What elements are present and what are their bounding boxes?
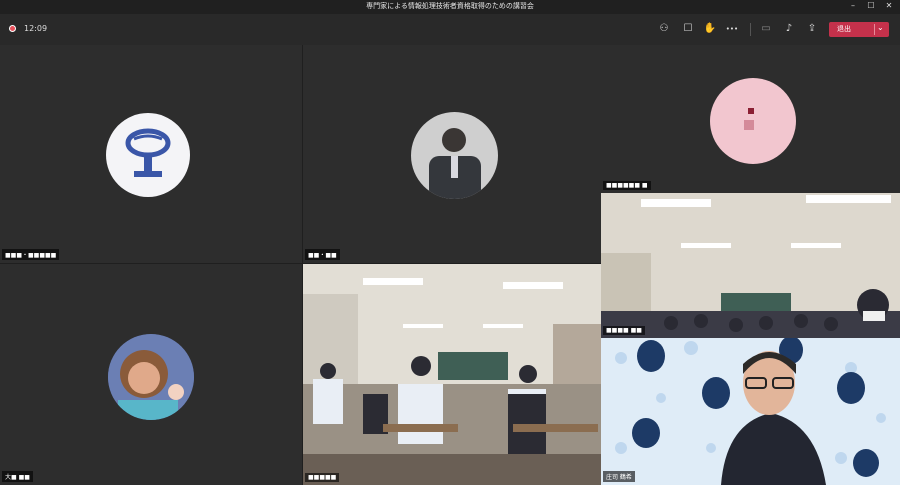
video-tile[interactable]: 大■ ■■: [0, 264, 302, 485]
classroom-scene-icon: [303, 264, 601, 485]
toolbar-divider: [750, 23, 751, 36]
chevron-down-icon[interactable]: ⌄: [877, 23, 884, 32]
classroom-video: [601, 193, 900, 338]
participant-name: ■■・■■: [305, 249, 340, 260]
meeting-timer: 12:09: [24, 24, 48, 33]
participant-name: 庄司 鶴希: [603, 471, 635, 482]
participants-icon[interactable]: ⚇: [657, 23, 671, 35]
patterned-background-icon: [601, 338, 900, 485]
video-tile[interactable]: ■■・■■: [303, 45, 601, 263]
meeting-toolbar: 12:09 ⚇ ☐ ✋ ••• ▭ ♪ ⇪ 退出 ⌄: [0, 14, 900, 45]
participant-name: ■■■■■■ ■: [603, 181, 651, 190]
avatar: [106, 113, 190, 197]
leave-button[interactable]: 退出 ⌄: [829, 22, 889, 37]
person-photo-icon: [429, 128, 481, 199]
camera-off-icon[interactable]: ▭: [759, 23, 773, 35]
avatar: [411, 112, 498, 199]
participant-name: ■■■■ ■■: [603, 326, 645, 335]
avatar: [108, 334, 194, 420]
share-screen-icon[interactable]: ⇪: [805, 23, 819, 35]
mic-off-icon[interactable]: ♪: [782, 23, 796, 35]
close-button[interactable]: ✕: [881, 1, 897, 10]
video-tile[interactable]: ■■■■ ■■: [601, 193, 900, 338]
more-actions-icon[interactable]: •••: [725, 23, 739, 35]
chat-icon[interactable]: ☐: [681, 23, 695, 35]
leave-divider: [874, 24, 875, 35]
maximize-button[interactable]: ☐: [863, 1, 879, 10]
character-icon: [744, 108, 754, 130]
trophy-logo-icon: [125, 128, 171, 177]
person-photo-icon: [108, 334, 194, 420]
classroom-scene-icon: [601, 193, 900, 338]
minimize-button[interactable]: –: [845, 1, 861, 10]
participant-name: ■■■■■: [305, 473, 340, 482]
avatar: [710, 78, 796, 164]
recording-indicator-icon: [9, 25, 16, 32]
raise-hand-icon[interactable]: ✋: [703, 23, 717, 35]
participant-name: ■■■・■■■■■: [2, 249, 60, 260]
video-tile[interactable]: ■■■■■: [303, 264, 601, 485]
leave-label: 退出: [837, 25, 851, 33]
window-title: 専門家による情報処理技術者資格取得のための講習会: [366, 2, 534, 10]
participant-name: 大■ ■■: [2, 471, 33, 482]
classroom-video: [303, 264, 601, 485]
video-tile[interactable]: 庄司 鶴希: [601, 338, 900, 485]
video-tile[interactable]: ■■■■■■ ■: [601, 45, 900, 193]
title-bar: 専門家による情報処理技術者資格取得のための講習会 – ☐ ✕: [0, 0, 900, 14]
video-tile[interactable]: ■■■・■■■■■: [0, 45, 302, 263]
